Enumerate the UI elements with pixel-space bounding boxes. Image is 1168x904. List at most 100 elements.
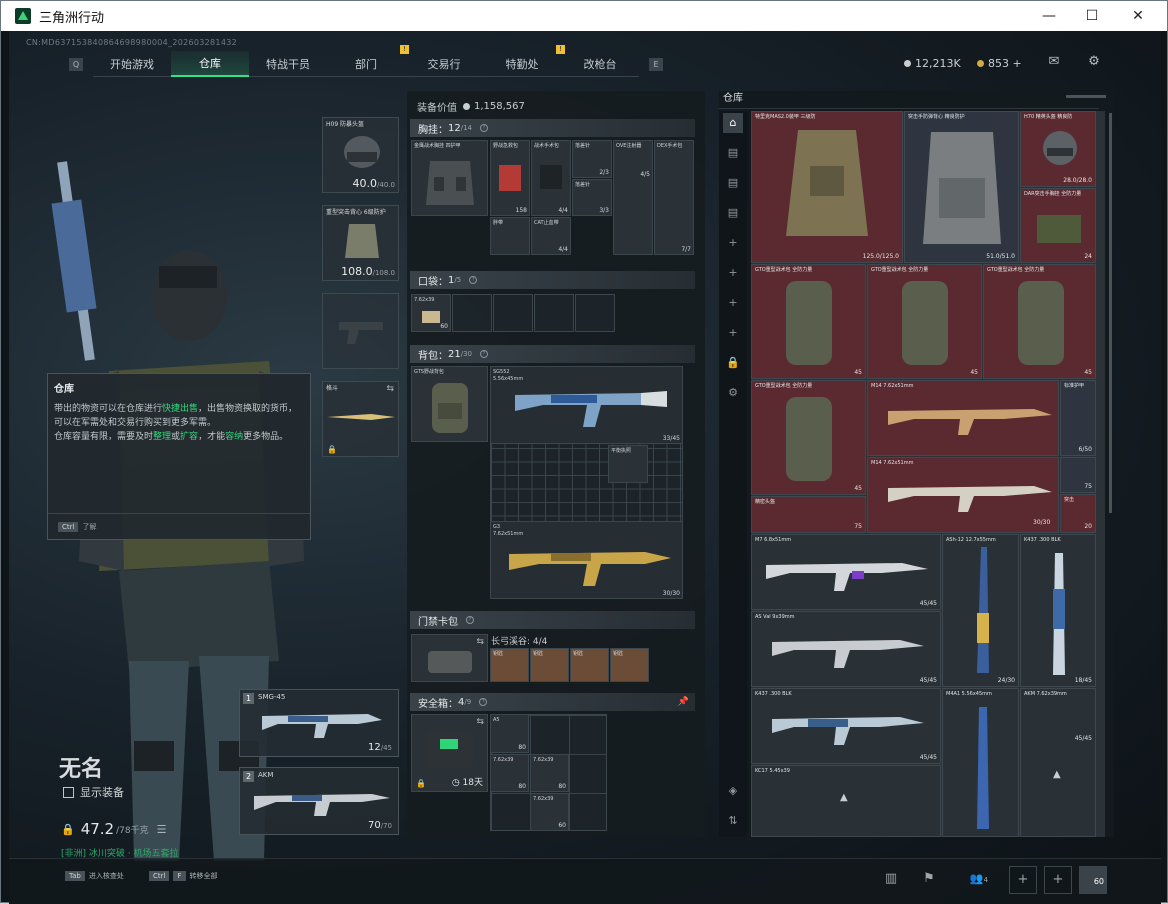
rig-cell-dex[interactable]: DEX手术包 7/7 xyxy=(654,140,694,255)
armor-slot[interactable]: 重型突击背心 6级防护 108.0/108.0 xyxy=(322,205,399,281)
pocket-slot-2[interactable] xyxy=(452,294,492,332)
stats-icon[interactable]: ▥ xyxy=(877,866,905,894)
keycard-slot-1[interactable]: 钥匙 xyxy=(490,648,529,682)
rig-cell-medkit[interactable]: 野战急救包 158 xyxy=(490,140,530,216)
tab-trade[interactable]: 交易行 xyxy=(405,51,483,77)
add-party-button[interactable]: + xyxy=(1009,866,1037,894)
help-icon[interactable]: ? xyxy=(480,124,488,132)
melee-slot[interactable]: 格斗 ⇆ 🔒 xyxy=(322,381,399,457)
show-equip-checkbox[interactable] xyxy=(63,786,74,798)
safe-box[interactable]: ⇆ 🔒 ◷ 18天 xyxy=(411,714,488,792)
pin-icon[interactable]: 📌 xyxy=(678,697,689,707)
help-icon[interactable]: ? xyxy=(466,616,474,624)
stash-item[interactable]: 突击手防弹背心 精良防护 51.0/51.0 xyxy=(904,111,1019,263)
tab-gunsmith[interactable]: 改枪台 xyxy=(561,51,639,77)
rig-cell-ove[interactable]: OVE注射器 4/5 xyxy=(613,140,653,255)
rig-cell-surgery-kit[interactable]: 战术手术包 4/4 xyxy=(531,140,571,216)
rig-cell-injector[interactable]: 落差针 2/3 xyxy=(572,140,612,178)
gear-icon[interactable]: ⚙ xyxy=(723,383,743,403)
stash-item[interactable]: GTO重型战术包 全防力量 45 xyxy=(751,380,866,495)
keycard-slot-4[interactable]: 钥匙 xyxy=(610,648,649,682)
tab-start-game[interactable]: 开始游戏 xyxy=(93,51,171,77)
avatar[interactable]: 60 xyxy=(1079,866,1107,894)
all-items-icon[interactable]: ⌂ xyxy=(723,113,743,133)
stash-item[interactable]: 精密头盔 75 xyxy=(751,496,866,533)
backpack-gun-sg552[interactable]: SG552 5.56x45mm 33/45 xyxy=(490,366,683,444)
close-button[interactable]: ✕ xyxy=(1115,1,1161,31)
swap-icon[interactable]: ⇆ xyxy=(476,637,484,647)
nav-key-left[interactable]: Q xyxy=(69,57,83,71)
layers-icon[interactable]: ◈ xyxy=(723,781,743,801)
armor-tab-icon[interactable]: ▤ xyxy=(723,173,743,193)
stash-item[interactable]: H70 精英头盔 精良防 28.0/28.0 xyxy=(1020,111,1096,187)
keycard-slot-3[interactable]: 钥匙 xyxy=(570,648,609,682)
friends-button[interactable]: 👥4 xyxy=(959,866,999,894)
rig-item[interactable]: 金鹰战术胸挂 四护甲 xyxy=(411,140,488,216)
pocket-slot-3[interactable] xyxy=(493,294,533,332)
flag-icon[interactable]: ⚑ xyxy=(915,866,943,894)
gold-currency[interactable]: 853 + xyxy=(977,57,1022,70)
pocket-slot-4[interactable] xyxy=(534,294,574,332)
stash-item[interactable]: 75 xyxy=(1060,457,1096,493)
stash-item[interactable]: 特里克MAS2.0装甲 三级防 125.0/125.0 xyxy=(751,111,903,263)
swap-icon[interactable]: ⇆ xyxy=(386,384,394,394)
hint-transfer[interactable]: Ctrl F 转移全部 xyxy=(149,871,218,881)
tab-special-ops[interactable]: 特勤处! xyxy=(483,45,565,77)
backpack-gun-g3[interactable]: G3 7.62x51mm 30/30 xyxy=(490,521,683,599)
sort-icon[interactable]: ⇅ xyxy=(723,811,743,831)
safe-item-3[interactable]: 7.62x39 80 xyxy=(530,754,569,792)
stash-item[interactable]: 突击 20 xyxy=(1060,494,1096,533)
stash-item[interactable]: AS Val 9x39mm 45/45 xyxy=(751,611,941,687)
add-tab-icon[interactable]: + xyxy=(723,263,743,283)
rig-cell-bandage[interactable]: 胖带 xyxy=(490,217,530,255)
stash-scrollbar[interactable] xyxy=(1109,113,1112,513)
stash-item[interactable]: K437 .300 BLK 45/45 xyxy=(751,688,941,764)
weapons-tab-icon[interactable]: ▤ xyxy=(723,143,743,163)
tab-operators[interactable]: 特战干员 xyxy=(249,51,327,77)
stash-item[interactable]: AKM 7.62x39mm 45/45 ▲ xyxy=(1020,688,1096,837)
keycard-slot-2[interactable]: 钥匙 xyxy=(530,648,569,682)
add-party-button[interactable]: + xyxy=(1044,866,1072,894)
stash-item[interactable]: 标准护甲 6/50 xyxy=(1060,380,1096,456)
stash-item[interactable]: K437 .300 BLK 18/45 xyxy=(1020,534,1096,687)
safe-item-2[interactable]: 7.62x39 80 xyxy=(490,754,529,792)
primary-weapon-slot[interactable]: 1 SMG-45 12/45 xyxy=(239,689,399,757)
stash-item[interactable]: GTO重型战术包 全防力量 45 xyxy=(867,264,982,379)
lock-icon[interactable]: 🔒 xyxy=(723,353,743,373)
stash-item[interactable]: GTO重型战术包 全防力量 45 xyxy=(751,264,866,379)
pocket-slot-5[interactable] xyxy=(575,294,615,332)
rig-cell-injector-2[interactable]: 落差针 3/3 xyxy=(572,179,612,216)
pistol-slot[interactable] xyxy=(322,293,399,369)
safe-item-1[interactable]: A5 80 xyxy=(490,714,529,753)
minimize-button[interactable]: — xyxy=(1026,1,1072,31)
keycard-pouch[interactable]: ⇆ xyxy=(411,634,488,682)
add-tab-icon[interactable]: + xyxy=(723,323,743,343)
stash-item[interactable]: M14 7.62x51mm xyxy=(867,457,1059,533)
rig-cell-tourniquet[interactable]: CAT止血带 4/4 xyxy=(531,217,571,255)
maximize-button[interactable]: ☐ xyxy=(1069,1,1115,31)
stash-item[interactable]: ASh-12 12.7x55mm 24/30 xyxy=(942,534,1019,687)
secondary-weapon-slot[interactable]: 2 AKM 70/70 xyxy=(239,767,399,835)
stash-item[interactable]: GTO重型战术包 全防力量 45 xyxy=(983,264,1096,379)
stash-item[interactable]: DAR突击手胸挂 全防力量 24 xyxy=(1020,188,1096,263)
show-equip-toggle[interactable]: 显示装备 xyxy=(63,784,124,800)
add-tab-icon[interactable]: + xyxy=(723,233,743,253)
mail-icon[interactable]: ✉ xyxy=(1045,54,1063,72)
add-tab-icon[interactable]: + xyxy=(723,293,743,313)
stash-item[interactable]: M7 6.8x51mm 45/45 xyxy=(751,534,941,610)
hint-tab[interactable]: Tab 进入核查处 xyxy=(65,871,124,881)
help-icon[interactable]: ? xyxy=(479,698,488,706)
tab-department[interactable]: 部门! xyxy=(327,45,409,77)
items-tab-icon[interactable]: ▤ xyxy=(723,203,743,223)
nav-key-right[interactable]: E xyxy=(649,57,663,71)
helmet-slot[interactable]: H09 防暴头盔 40.0/40.0 xyxy=(322,117,399,193)
help-icon[interactable]: ? xyxy=(469,276,478,284)
backpack-small-item[interactable]: 平衡执照 xyxy=(608,445,648,483)
gear-icon[interactable]: ⚙ xyxy=(1085,54,1103,72)
help-icon[interactable]: ? xyxy=(480,350,488,358)
stash-item[interactable]: M4A1 5.56x45mm xyxy=(942,688,1019,837)
pocket-slot-1[interactable]: 7.62x39 60 xyxy=(411,294,451,332)
safe-item-4[interactable]: 7.62x39 60 xyxy=(530,793,569,831)
list-icon[interactable]: ☰ xyxy=(157,823,167,836)
stash-item[interactable]: M14 7.62x51mm xyxy=(867,380,1059,456)
